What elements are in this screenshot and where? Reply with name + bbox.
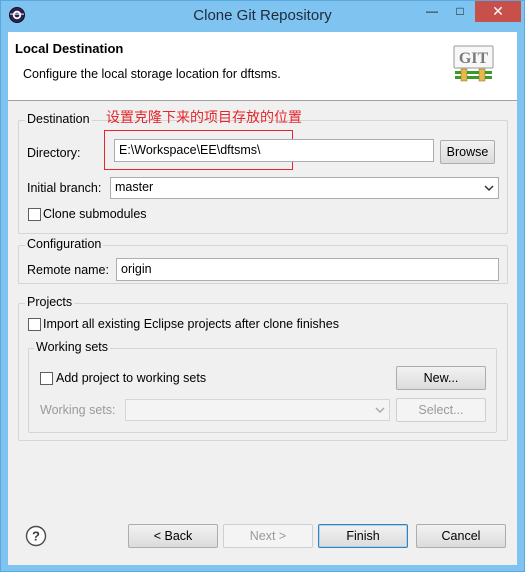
dialog-client-area: Local Destination Configure the local st… [8, 32, 517, 565]
help-icon-glyph: ? [32, 529, 40, 544]
working-sets-group-label: Working sets [34, 340, 111, 354]
add-to-working-sets-label[interactable]: Add project to working sets [56, 371, 206, 385]
clone-submodules-label[interactable]: Clone submodules [43, 207, 147, 221]
cancel-button[interactable]: Cancel [416, 524, 506, 548]
help-icon[interactable]: ? [25, 525, 47, 547]
chevron-down-icon [484, 185, 494, 192]
import-projects-checkbox[interactable] [28, 318, 41, 331]
initial-branch-value: master [115, 180, 154, 194]
finish-button[interactable]: Finish [318, 524, 408, 548]
git-logo-text: GIT [459, 50, 489, 67]
page-title: Local Destination [15, 41, 124, 56]
initial-branch-select[interactable]: master [110, 177, 499, 199]
chevron-down-icon [375, 407, 385, 414]
directory-label: Directory: [27, 146, 81, 160]
import-projects-label[interactable]: Import all existing Eclipse projects aft… [43, 317, 339, 331]
initial-branch-label: Initial branch: [27, 181, 102, 195]
browse-button[interactable]: Browse [440, 140, 495, 164]
wizard-header: Local Destination Configure the local st… [8, 32, 517, 101]
next-button[interactable]: Next > [223, 524, 313, 548]
page-description: Configure the local storage location for… [23, 67, 281, 81]
window-title: Clone Git Repository [193, 7, 332, 24]
working-sets-select[interactable] [125, 399, 390, 421]
back-button[interactable]: < Back [128, 524, 218, 548]
close-button[interactable]: ✕ [475, 1, 521, 22]
select-working-sets-button[interactable]: Select... [396, 398, 486, 422]
new-working-set-button[interactable]: New... [396, 366, 486, 390]
configuration-group-label: Configuration [25, 237, 104, 251]
clone-git-repository-window: Clone Git Repository — □ ✕ Local Destina… [0, 0, 525, 572]
working-sets-label: Working sets: [40, 403, 116, 417]
directory-input[interactable]: E:\Workspace\EE\dftsms\ [114, 139, 434, 162]
git-logo-icon: GIT [453, 45, 494, 82]
maximize-button[interactable]: □ [447, 1, 473, 22]
remote-name-input[interactable]: origin [116, 258, 499, 281]
remote-name-label: Remote name: [27, 263, 109, 277]
annotation-text: 设置克隆下来的项目存放的位置 [106, 109, 302, 125]
projects-group-label: Projects [25, 295, 75, 309]
title-bar[interactable]: Clone Git Repository — □ ✕ [1, 1, 524, 32]
destination-group-label: Destination [25, 112, 92, 126]
minimize-button[interactable]: — [419, 1, 445, 22]
clone-submodules-checkbox[interactable] [28, 208, 41, 221]
add-to-working-sets-checkbox[interactable] [40, 372, 53, 385]
